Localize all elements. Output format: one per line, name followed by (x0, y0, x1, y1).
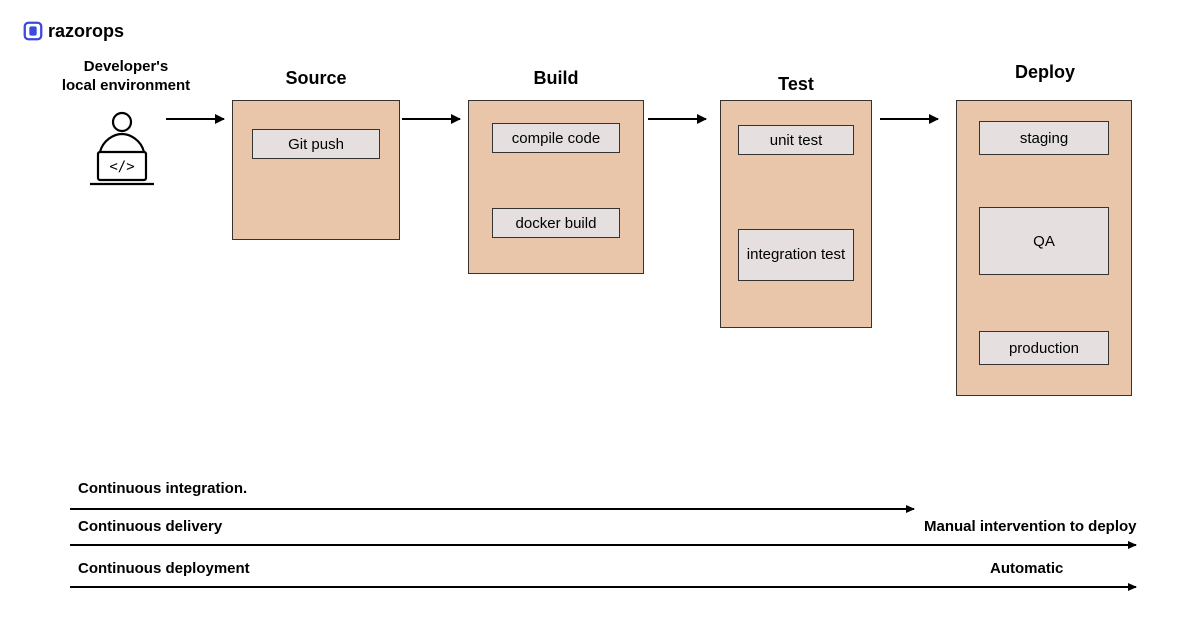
stage-box-build: compile code docker build (468, 100, 644, 274)
chip-staging: staging (979, 121, 1109, 155)
developer-env-label-line2: local environment (56, 77, 196, 96)
label-continuous-delivery: Continuous delivery (78, 518, 222, 535)
stage-title-deploy: Deploy (960, 62, 1130, 83)
stage-box-test: unit test integration test (720, 100, 872, 328)
label-continuous-integration: Continuous integration. (78, 480, 247, 497)
arrow-test-to-deploy (880, 118, 938, 120)
arrow-build-to-test (648, 118, 706, 120)
developer-env-label: Developer's local environment (56, 58, 196, 96)
chip-integration-test: integration test (738, 229, 854, 281)
label-continuous-deployment: Continuous deployment (78, 560, 250, 577)
chip-docker-build: docker build (492, 208, 620, 238)
arrow-continuous-deployment (70, 586, 1136, 588)
stage-title-build: Build (468, 68, 644, 89)
arrow-dev-to-source (166, 118, 224, 120)
logo-icon (22, 20, 44, 42)
label-automatic: Automatic (990, 560, 1063, 577)
chip-git-push: Git push (252, 129, 380, 159)
stage-title-source: Source (232, 68, 400, 89)
developer-icon: </> (82, 108, 162, 188)
chip-qa: QA (979, 207, 1109, 275)
svg-text:</>: </> (109, 159, 134, 175)
logo-text: razorops (48, 21, 124, 42)
stage-box-deploy: staging QA production (956, 100, 1132, 396)
arrow-continuous-delivery (70, 544, 1136, 546)
label-manual-intervention: Manual intervention to deploy (924, 518, 1137, 535)
brand-logo: razorops (22, 20, 124, 42)
chip-production: production (979, 331, 1109, 365)
chip-unit-test: unit test (738, 125, 854, 155)
arrow-continuous-integration (70, 508, 914, 510)
stage-box-source: Git push (232, 100, 400, 240)
chip-compile-code: compile code (492, 123, 620, 153)
stage-title-test: Test (720, 74, 872, 95)
arrow-source-to-build (402, 118, 460, 120)
developer-env-label-line1: Developer's (56, 58, 196, 77)
